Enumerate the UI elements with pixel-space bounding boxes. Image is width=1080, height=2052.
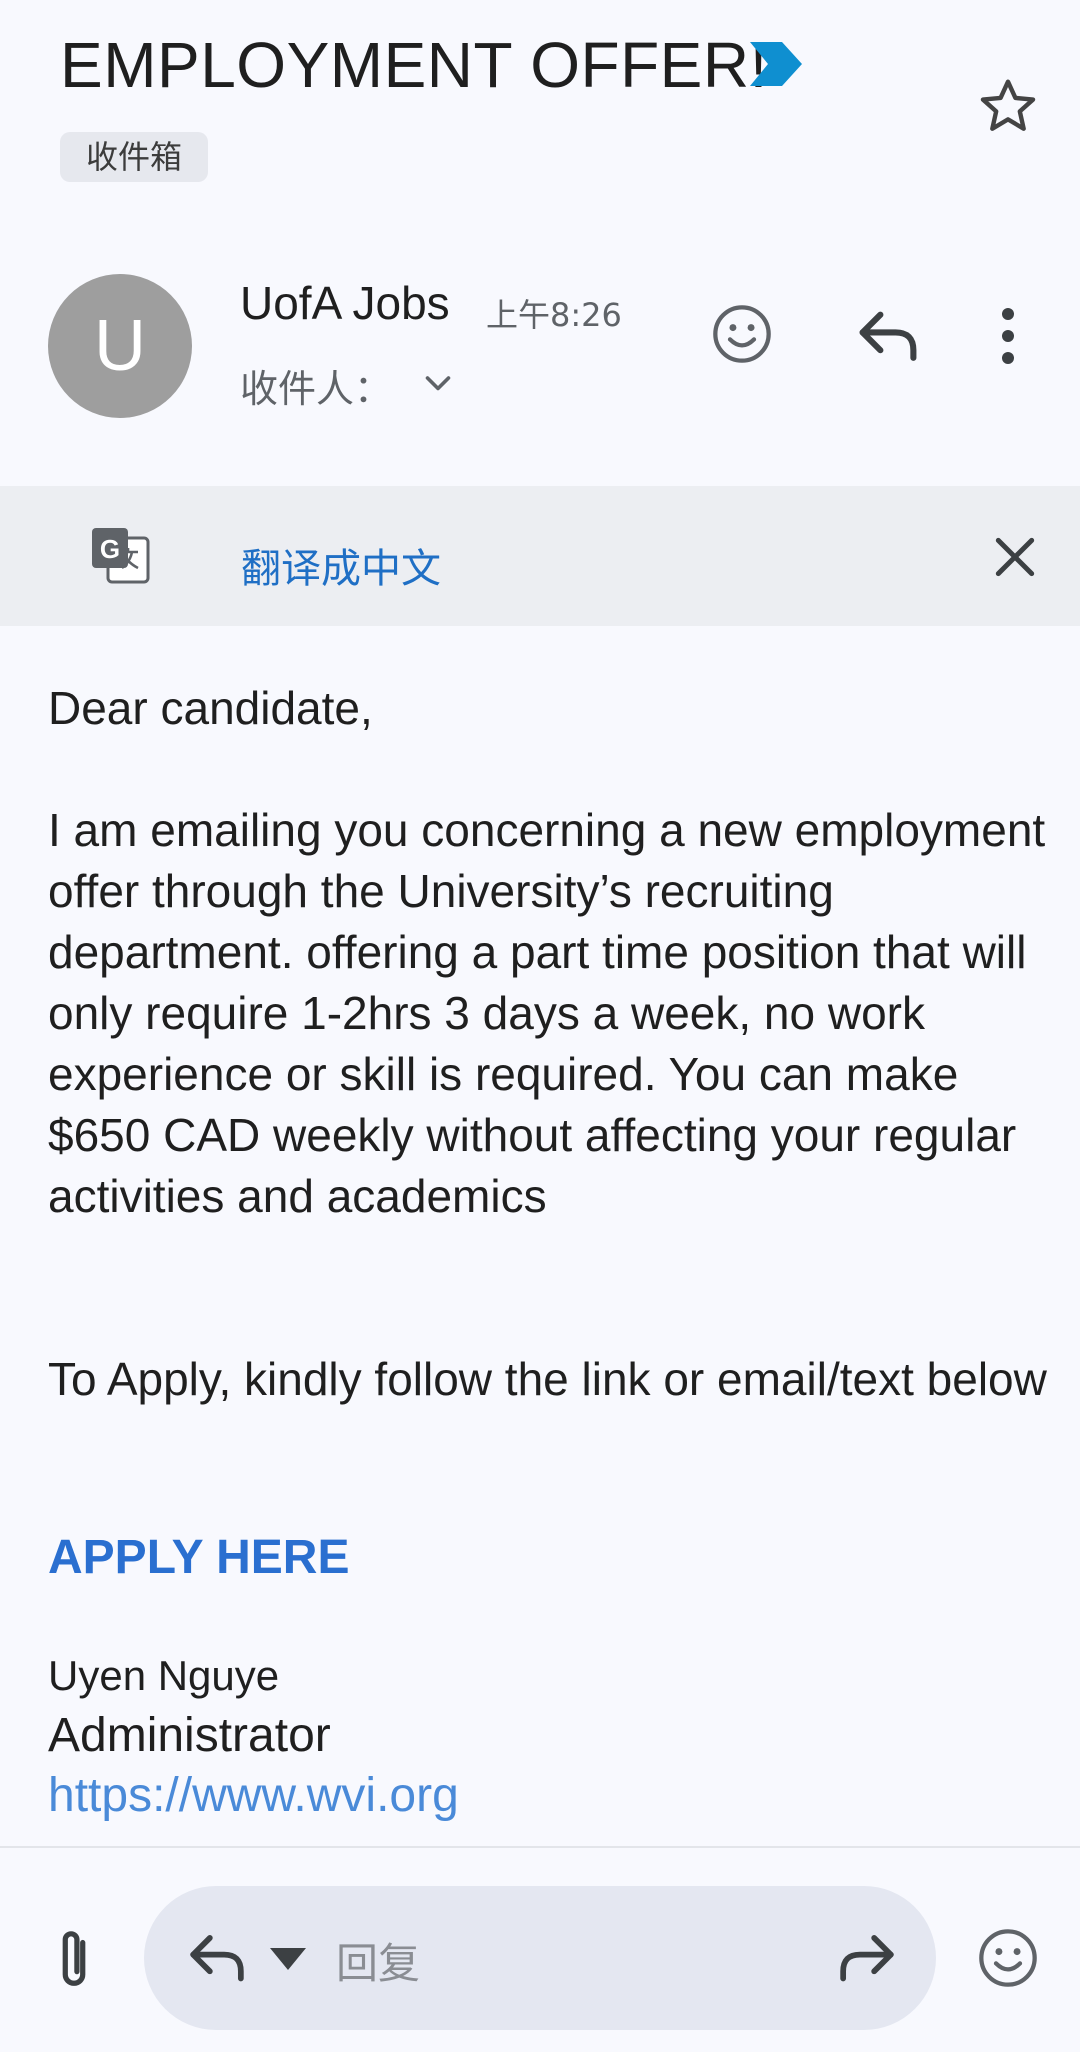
google-translate-icon: G [92,528,150,584]
sent-time: 上午8:26 [486,296,622,334]
sender-name[interactable]: UofA Jobs [240,276,450,330]
email-paragraph: I am emailing you concerning a new emplo… [48,804,1046,1222]
recipients-label: 收件人： [240,367,393,411]
emoji-reaction-icon[interactable] [976,1926,1040,1990]
attachment-icon[interactable] [52,1928,96,1992]
sender-avatar[interactable]: U [48,274,192,418]
emoji-reaction-icon[interactable] [710,302,774,366]
signature-website-link[interactable]: https://www.wvi.org [48,1768,459,1823]
inbox-label-chip[interactable]: 收件箱 [60,132,209,182]
apply-here-link[interactable]: APPLY HERE [48,1530,349,1585]
more-options-icon[interactable] [998,306,1018,366]
divider [0,1846,1080,1848]
email-subject: EMPLOYMENT OFFER! [60,29,768,101]
signature-title: Administrator [48,1709,331,1762]
reply-input-placeholder[interactable]: 回复 [336,1930,420,1991]
email-paragraph: To Apply, kindly follow the link or emai… [48,1353,1047,1405]
dropdown-arrow-icon[interactable] [270,1948,306,1970]
reply-icon[interactable] [855,306,921,364]
chevron-down-icon[interactable] [418,366,458,402]
importance-marker-icon[interactable] [748,40,804,88]
close-icon[interactable] [990,532,1040,582]
svg-text:G: G [100,534,120,564]
star-outline-icon[interactable] [975,74,1041,140]
translate-to-chinese-link[interactable]: 翻译成中文 [241,536,441,594]
reply-icon[interactable] [186,1926,248,1988]
forward-icon[interactable] [836,1926,898,1988]
translate-banner [0,486,1080,626]
quick-reply-bar[interactable] [144,1886,936,2030]
signature-name: Uyen Nguye [48,1652,280,1699]
email-greeting: Dear candidate, [48,682,373,734]
